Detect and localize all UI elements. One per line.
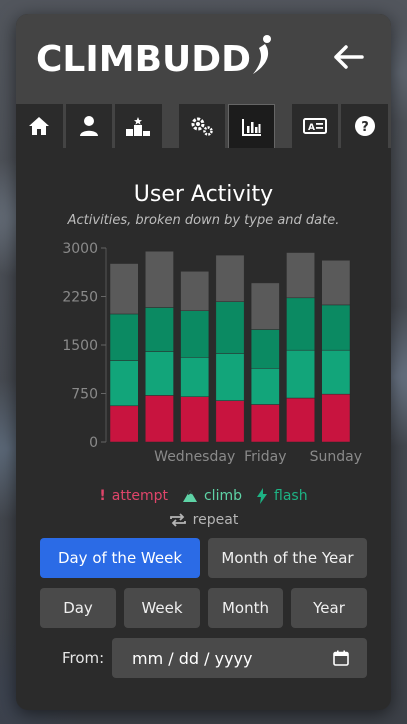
legend-item-attempt[interactable]: ! attempt (99, 488, 168, 504)
bar-segment-climb (250, 368, 280, 405)
nav-tabs: A ? (16, 100, 391, 148)
day-of-week-button[interactable]: Day of the Week (40, 538, 200, 578)
calendar-icon[interactable] (333, 650, 349, 666)
repeat-icon (169, 513, 186, 527)
week-button[interactable]: Week (124, 588, 200, 628)
tab-home[interactable] (16, 104, 63, 148)
legend-label-climb: climb (203, 488, 242, 504)
legend-label-attempt: attempt (111, 488, 168, 504)
from-label: From: (62, 649, 105, 667)
bar-segment-attempt (321, 393, 351, 443)
bar-segment-repeat (286, 252, 315, 299)
legend-label-repeat: repeat (192, 512, 239, 528)
bar-segment-attempt (145, 395, 174, 443)
activity-chart: 0 750 1500 2250 3000 Wednesday Friday Sunday (40, 241, 367, 482)
app-panel: CLIMBUDD A ? User Activity Activities, b… (16, 14, 391, 710)
month-of-year-button[interactable]: Month of the Year (208, 538, 367, 578)
svg-text:?: ? (361, 120, 369, 135)
bar-segment-flash (180, 310, 210, 358)
home-icon (29, 117, 50, 135)
id-card-icon: A (303, 118, 328, 134)
content: User Activity Activities, broken down by… (16, 182, 391, 678)
tab-help[interactable]: ? (341, 104, 388, 148)
bar-segment-repeat (321, 260, 351, 306)
y-tick-label: 3000 (62, 242, 98, 257)
range-button-row: Day Week Month Year (40, 588, 367, 628)
tab-settings[interactable] (178, 104, 226, 148)
y-tick-label: 0 (89, 435, 98, 451)
legend-item-flash[interactable]: flash (256, 488, 308, 504)
bar-segment-attempt (109, 405, 139, 443)
podium-icon (126, 117, 151, 136)
bar-segment-flash (145, 307, 174, 352)
bar-segment-climb (321, 349, 351, 395)
bar-segment-repeat (180, 271, 210, 311)
page-title: User Activity (133, 182, 274, 207)
x-tick-label: Sunday (310, 449, 362, 465)
bar-segment-attempt (250, 404, 280, 443)
chart-legend: ! attempt climb flash repeat (40, 488, 367, 528)
month-button[interactable]: Month (208, 588, 283, 628)
x-tick-label: Friday (244, 449, 286, 465)
bar-segment-flash (286, 297, 315, 351)
chart-svg: 0 750 1500 2250 3000 Wednesday Friday Sunday (62, 241, 362, 465)
bar-segment-climb (215, 353, 245, 401)
bar-segment-climb (145, 351, 174, 396)
logo-text: CLIMBUDD (36, 39, 252, 80)
tab-leaderboard[interactable] (115, 104, 162, 148)
help-icon: ? (354, 116, 375, 136)
bar-segment-climb (180, 357, 210, 397)
day-button[interactable]: Day (40, 588, 116, 628)
legend-item-climb[interactable]: climb (182, 488, 242, 504)
date-row: From: mm / dd / yyyy (40, 638, 367, 678)
logo: CLIMBUDD (36, 34, 275, 80)
climber-logo-icon (253, 35, 272, 74)
legend-item-repeat[interactable]: repeat (169, 512, 239, 528)
header: CLIMBUDD (16, 14, 391, 100)
bar-segment-attempt (215, 400, 245, 443)
bar-segment-flash (321, 304, 351, 351)
y-tick-label: 1500 (62, 338, 98, 354)
tab-id-card[interactable]: A (291, 104, 339, 148)
bar-segment-flash (250, 329, 280, 369)
bar-segment-climb (109, 360, 139, 407)
bar-segment-repeat (109, 263, 139, 315)
y-tick-label: 2250 (62, 290, 98, 306)
bar-segment-climb (286, 349, 315, 399)
arrow-left-icon (334, 45, 364, 69)
lightning-icon (257, 488, 267, 504)
page-subtitle: Activities, broken down by type and date… (67, 213, 340, 228)
bar-segment-flash (215, 301, 245, 354)
user-icon (79, 116, 98, 136)
year-button[interactable]: Year (291, 588, 367, 628)
x-tick-label: Wednesday (154, 449, 235, 465)
bar-segment-attempt (286, 397, 315, 443)
bar-segment-repeat (145, 250, 174, 308)
group-button-row: Day of the Week Month of the Year (40, 538, 367, 578)
y-tick-label: 750 (71, 387, 98, 403)
mountain-icon (182, 490, 197, 502)
exclamation-icon: ! (99, 488, 106, 504)
legend-label-flash: flash (274, 488, 308, 504)
from-date-input[interactable]: mm / dd / yyyy (112, 638, 367, 678)
tab-activity[interactable] (228, 104, 275, 148)
tab-profile[interactable] (65, 104, 113, 148)
bar-segment-repeat (250, 282, 280, 330)
bar-segment-flash (109, 313, 139, 361)
bar-segment-attempt (180, 396, 210, 443)
bar-chart-icon (241, 118, 261, 136)
date-placeholder: mm / dd / yyyy (132, 648, 253, 668)
bar-segment-repeat (215, 254, 245, 302)
svg-text:A: A (308, 123, 315, 133)
back-button[interactable] (333, 41, 365, 73)
gears-icon (191, 117, 213, 136)
